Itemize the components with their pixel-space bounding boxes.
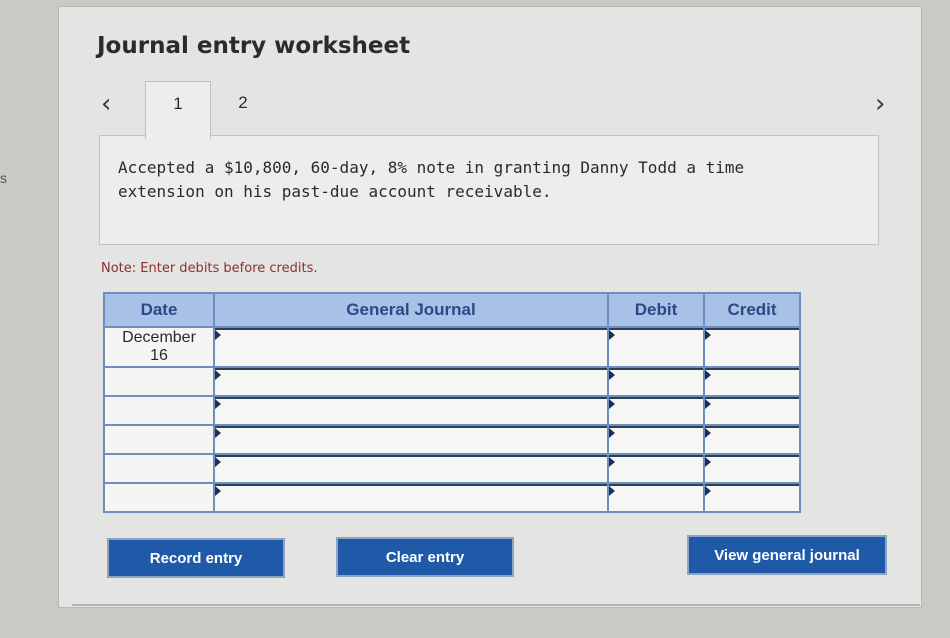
- chevron-left-icon[interactable]: ‹: [101, 91, 111, 117]
- journal-row: [103, 366, 801, 397]
- date-cell[interactable]: December 16: [103, 326, 215, 368]
- journal-row: [103, 482, 801, 513]
- date-cell[interactable]: [103, 424, 215, 455]
- chevron-right-icon[interactable]: ›: [875, 91, 885, 117]
- entry-note: Note: Enter debits before credits.: [101, 261, 318, 276]
- date-cell[interactable]: [103, 366, 215, 397]
- account-input[interactable]: [215, 328, 607, 366]
- date-month: December: [122, 329, 196, 346]
- record-entry-button[interactable]: Record entry: [107, 538, 285, 578]
- debit-input[interactable]: [609, 484, 703, 511]
- panel-bottom-edge: [72, 604, 920, 614]
- transaction-description-box: Accepted a $10,800, 60-day, 8% note in g…: [99, 135, 879, 245]
- date-cell[interactable]: [103, 395, 215, 426]
- account-input[interactable]: [215, 397, 607, 424]
- credit-input[interactable]: [705, 328, 799, 366]
- page-title: Journal entry worksheet: [97, 33, 411, 59]
- date-header: Date: [103, 292, 215, 328]
- clear-entry-button[interactable]: Clear entry: [336, 537, 514, 577]
- credit-input[interactable]: [705, 397, 799, 424]
- credit-header: Credit: [703, 292, 801, 328]
- date-cell[interactable]: [103, 482, 215, 513]
- account-input[interactable]: [215, 368, 607, 395]
- journal-row: [103, 453, 801, 484]
- debit-header: Debit: [607, 292, 705, 328]
- journal-row: [103, 395, 801, 426]
- debit-input[interactable]: [609, 455, 703, 482]
- account-input[interactable]: [215, 426, 607, 453]
- credit-input[interactable]: [705, 368, 799, 395]
- tab-2[interactable]: 2: [211, 81, 275, 137]
- journal-row: [103, 424, 801, 455]
- edge-glyph: s: [0, 170, 7, 186]
- worksheet-panel: Journal entry worksheet ‹ › 1 2 Accepted…: [58, 6, 922, 608]
- general-journal-header: General Journal: [213, 292, 609, 328]
- journal-table: Date General Journal Debit Credit Decemb…: [103, 292, 801, 513]
- tab-1[interactable]: 1: [145, 81, 211, 139]
- debit-input[interactable]: [609, 426, 703, 453]
- debit-input[interactable]: [609, 328, 703, 366]
- transaction-description: Accepted a $10,800, 60-day, 8% note in g…: [118, 158, 745, 201]
- journal-row: December 16: [103, 326, 801, 368]
- date-day: 16: [150, 347, 168, 364]
- debit-input[interactable]: [609, 368, 703, 395]
- credit-input[interactable]: [705, 484, 799, 511]
- debit-input[interactable]: [609, 397, 703, 424]
- view-general-journal-button[interactable]: View general journal: [687, 535, 887, 575]
- credit-input[interactable]: [705, 426, 799, 453]
- date-cell[interactable]: [103, 453, 215, 484]
- credit-input[interactable]: [705, 455, 799, 482]
- journal-header-row: Date General Journal Debit Credit: [103, 292, 801, 328]
- account-input[interactable]: [215, 455, 607, 482]
- account-input[interactable]: [215, 484, 607, 511]
